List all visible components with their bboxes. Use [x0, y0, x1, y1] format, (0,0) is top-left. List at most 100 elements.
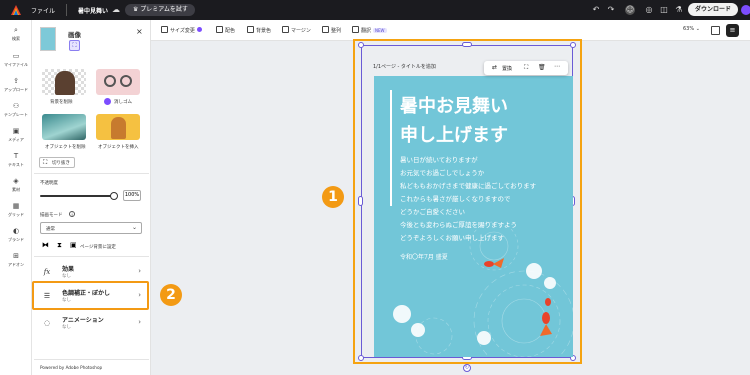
share-people-icon[interactable]: ☺	[625, 5, 635, 15]
align-button[interactable]: 整列	[322, 26, 341, 34]
replace-button[interactable]: 置換	[502, 65, 512, 72]
rail-item-upload[interactable]: ⇪ アップロード	[0, 77, 32, 93]
dog-image	[55, 71, 75, 95]
translate-button[interactable]: 翻訳 NEW	[352, 26, 387, 34]
top-toolbar: サイズ変更 配色 背景色 マージン 整列 翻訳 NEW 63% ⌄ ≡	[151, 20, 750, 41]
rail-item-addons[interactable]: ⊞ アドオン	[0, 252, 32, 268]
rail-item-elements[interactable]: ◈ 素材	[0, 177, 32, 193]
rail-label: 検索	[12, 36, 20, 41]
resize-handle[interactable]	[358, 355, 364, 361]
opacity-slider-handle[interactable]	[110, 192, 118, 200]
redo-icon[interactable]: ↷	[606, 5, 616, 15]
color-adjust-row[interactable]: ☰ 色調補正・ぼかし なし ›	[32, 281, 149, 310]
divider	[34, 173, 149, 174]
present-icon[interactable]: ◫	[659, 5, 669, 15]
pages-icon[interactable]	[711, 26, 720, 35]
replace-icon[interactable]: ⇄	[492, 64, 497, 71]
document-title[interactable]: 暑中見舞い	[78, 6, 108, 15]
rail-item-myfiles[interactable]: ▭ マイファイル	[0, 52, 32, 68]
rail-item-media[interactable]: ▣ メディア	[0, 127, 32, 143]
margin-button[interactable]: マージン	[282, 26, 311, 34]
chevron-right-icon: ›	[138, 291, 141, 299]
postcard-image[interactable]: 暑中お見舞い 申し上げます 暑い日が続いておりますが お元気でお過ごしでしょうか…	[374, 76, 573, 357]
file-menu[interactable]: ファイル	[31, 6, 55, 15]
premium-button[interactable]: ♛ プレミアムを試す	[125, 4, 195, 16]
image-properties-panel: 画像 ⛶ × 背景を削除 消しゴム オブジェクトを削除 オブジェクトを挿入 ⛶ …	[32, 20, 151, 375]
insert-object-thumb[interactable]	[96, 114, 140, 140]
zoom-value: 63%	[683, 26, 695, 32]
powered-by-footer: Powered by Adobe Photoshop	[40, 365, 103, 370]
color-scheme-button[interactable]: 配色	[216, 26, 235, 34]
rotate-handle[interactable]: ↻	[463, 364, 471, 372]
adobe-express-logo[interactable]	[11, 5, 21, 15]
rail-label: 素材	[12, 187, 20, 192]
undo-icon[interactable]: ↶	[591, 5, 601, 15]
palette-icon	[216, 26, 223, 33]
animation-sub: なし	[62, 325, 71, 330]
effects-sub: なし	[62, 274, 71, 279]
rail-label: マイファイル	[4, 62, 28, 67]
eraser-thumb[interactable]	[96, 69, 140, 95]
remove-object-label: オブジェクトを削除	[45, 145, 86, 150]
animation-row[interactable]: ◌ アニメーション なし ›	[34, 310, 147, 338]
divider	[34, 256, 149, 257]
user-avatar[interactable]	[741, 5, 750, 15]
info-icon[interactable]: i	[69, 211, 75, 217]
new-badge: NEW	[373, 28, 387, 33]
zoom-dropdown[interactable]: 63% ⌄	[683, 26, 700, 32]
premium-icon	[196, 27, 202, 32]
rail-item-text[interactable]: T テキスト	[0, 152, 32, 168]
shapes-icon: ◈	[13, 177, 19, 185]
resize-handle[interactable]	[570, 42, 576, 48]
chevron-down-icon: ⌄	[131, 224, 137, 231]
more-icon[interactable]: ⋯	[554, 63, 560, 70]
shiba-image	[111, 117, 126, 139]
resize-handle[interactable]	[358, 42, 364, 48]
bg-color-button[interactable]: 背景色	[247, 26, 271, 34]
rail-label: ブランド	[8, 237, 24, 242]
rail-item-search[interactable]: ⌕ 検索	[0, 26, 32, 42]
crop-button[interactable]: ⛶ 切り抜き	[39, 157, 75, 168]
rail-label: アドオン	[8, 262, 24, 267]
crop-mode-icon[interactable]: ⛶	[69, 40, 80, 51]
resize-handle[interactable]	[462, 42, 472, 47]
resize-handle[interactable]	[358, 196, 363, 206]
set-background-link[interactable]: ページ背景に設定	[80, 244, 116, 250]
insert-object-label: オブジェクトを挿入	[98, 145, 139, 150]
text-icon: T	[13, 152, 19, 160]
flip-vertical-icon[interactable]: ⧗	[57, 241, 62, 250]
glasses-image	[104, 75, 116, 87]
effects-title: 効果	[62, 266, 75, 273]
search-icon: ⌕	[14, 26, 18, 34]
opacity-slider-track[interactable]	[40, 195, 116, 197]
layers-icon[interactable]: ≡	[726, 24, 739, 37]
brand-icon: ◐	[12, 227, 20, 235]
effects-icon: fx	[43, 268, 51, 276]
blend-mode-select[interactable]: 通常 ⌄	[40, 222, 142, 234]
comment-icon[interactable]: ◎	[644, 5, 654, 15]
topbar-divider	[66, 4, 67, 16]
close-icon[interactable]: ×	[136, 27, 143, 36]
rail-item-templates[interactable]: ⚇ テンプレート	[0, 102, 32, 118]
download-button[interactable]: ダウンロード	[688, 3, 738, 16]
crop-icon[interactable]: ⛶	[524, 64, 528, 72]
trash-icon[interactable]: 🗑	[538, 64, 546, 71]
flip-horizontal-icon[interactable]: ⧓	[42, 241, 49, 249]
remove-bg-thumb[interactable]	[42, 69, 86, 95]
rail-label: メディア	[8, 137, 24, 142]
rail-item-brand[interactable]: ◐ ブランド	[0, 227, 32, 243]
opacity-value-field[interactable]: 100%	[123, 190, 141, 201]
remove-object-thumb[interactable]	[42, 114, 86, 140]
blend-mode-value: 通常	[46, 227, 55, 232]
translate-icon	[352, 26, 359, 33]
top-bar: ファイル 暑中見舞い ☁ ♛ プレミアムを試す ↶ ↷ ☺ ◎ ◫ ⚗ ダウンロ…	[0, 0, 750, 20]
rail-item-grid[interactable]: ▦ グリッド	[0, 202, 32, 218]
flask-icon[interactable]: ⚗	[674, 5, 684, 15]
rail-label: テンプレート	[4, 112, 28, 117]
margin-label: マージン	[291, 28, 311, 34]
media-icon: ▣	[12, 127, 20, 135]
template-icon: ⚇	[12, 102, 20, 110]
upload-icon: ⇪	[13, 77, 19, 85]
resize-button[interactable]: サイズ変更	[161, 26, 202, 34]
divider	[34, 359, 149, 360]
